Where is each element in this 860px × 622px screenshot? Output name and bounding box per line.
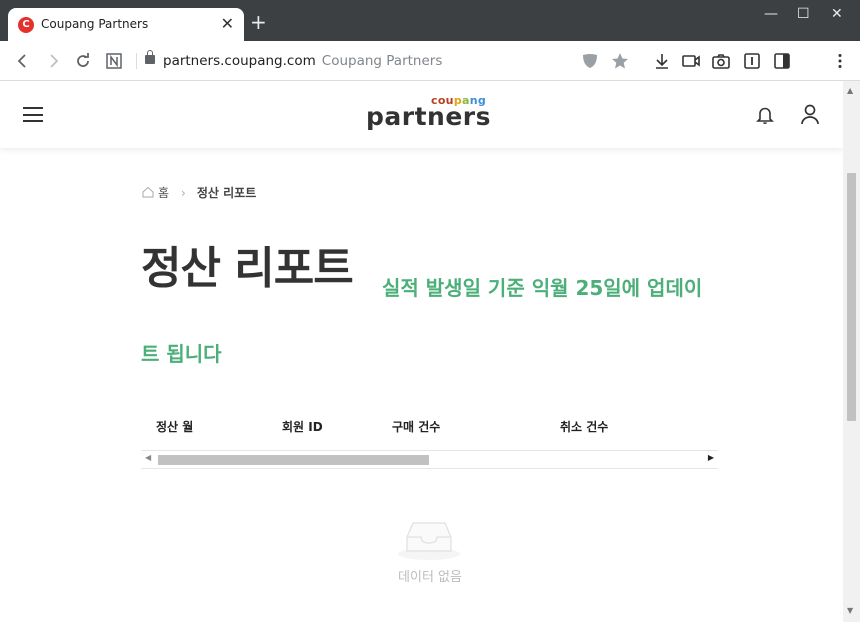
back-icon[interactable]: [13, 51, 33, 71]
breadcrumb: 홈 › 정산 리포트: [142, 184, 256, 201]
minimize-icon[interactable]: —: [764, 6, 778, 22]
url-host: partners.coupang.com: [163, 53, 316, 69]
window-close-icon[interactable]: ✕: [831, 6, 843, 22]
user-account-icon[interactable]: [800, 103, 820, 125]
site-header: coupang partners: [0, 81, 843, 148]
scroll-up-arrow-icon[interactable]: ▲: [847, 86, 853, 95]
page-vertical-scrollbar[interactable]: ▲ ▼: [843, 81, 860, 622]
browser-tab[interactable]: C Coupang Partners ✕: [8, 8, 244, 41]
coupang-favicon-icon: C: [18, 17, 34, 33]
naver-extension-icon[interactable]: [104, 51, 124, 71]
scroll-left-arrow-icon[interactable]: ◀: [145, 453, 151, 462]
page-subtitle: 실적 발생일 기준 익월 25일에 업데이트 됩니다: [141, 276, 703, 366]
breadcrumb-home[interactable]: 홈: [158, 186, 169, 200]
browser-titlebar: C Coupang Partners ✕ + — ☐ ✕: [0, 0, 860, 41]
vertical-scroll-thumb[interactable]: [847, 173, 856, 421]
table-header-row: 정산 월 회원 ID 구매 건수 취소 건수: [141, 407, 718, 449]
address-bar[interactable]: partners.coupang.com Coupang Partners: [163, 53, 442, 69]
horizontal-scroll-thumb[interactable]: [158, 455, 429, 465]
page-viewport: coupang partners 홈 › 정산 리포트 정산 리포트 실적 발생일 …: [0, 81, 843, 622]
tab-close-icon[interactable]: ✕: [221, 15, 234, 33]
sidebar-icon[interactable]: [772, 51, 792, 71]
notification-bell-icon[interactable]: [756, 105, 774, 125]
reload-icon[interactable]: [73, 51, 93, 71]
column-member-id: 회원 ID: [282, 420, 323, 434]
video-capture-icon[interactable]: [681, 51, 701, 71]
empty-state-text: 데이터 없음: [398, 570, 462, 585]
maximize-icon[interactable]: ☐: [797, 6, 810, 22]
camera-icon[interactable]: [711, 51, 731, 71]
reader-mode-icon[interactable]: [742, 51, 762, 71]
column-purchase-count: 구매 건수: [392, 420, 441, 434]
scroll-down-arrow-icon[interactable]: ▼: [847, 606, 853, 615]
column-cancel-count: 취소 건수: [560, 420, 609, 434]
new-tab-icon[interactable]: +: [250, 12, 267, 32]
empty-inbox-icon: [397, 517, 461, 561]
menu-dots-icon[interactable]: [830, 51, 850, 71]
browser-toolbar: partners.coupang.com Coupang Partners: [0, 41, 860, 109]
breadcrumb-chevron-icon: ›: [181, 186, 186, 200]
hamburger-menu-icon[interactable]: [23, 107, 43, 122]
lock-icon[interactable]: [145, 50, 155, 64]
toolbar-separator: [136, 53, 137, 69]
partners-logo[interactable]: partners: [366, 102, 491, 131]
scroll-right-arrow-icon[interactable]: ▶: [708, 453, 714, 462]
table-horizontal-scrollbar[interactable]: ◀ ▶: [141, 450, 718, 469]
column-settlement-month: 정산 월: [156, 420, 194, 434]
url-page-title: Coupang Partners: [321, 53, 443, 69]
breadcrumb-current: 정산 리포트: [196, 186, 257, 200]
tab-title: Coupang Partners: [41, 17, 149, 31]
home-icon[interactable]: [142, 186, 154, 198]
download-icon[interactable]: [652, 51, 672, 71]
bookmark-star-icon[interactable]: [610, 51, 630, 71]
forward-icon[interactable]: [43, 51, 63, 71]
shield-extension-icon[interactable]: [580, 51, 600, 71]
